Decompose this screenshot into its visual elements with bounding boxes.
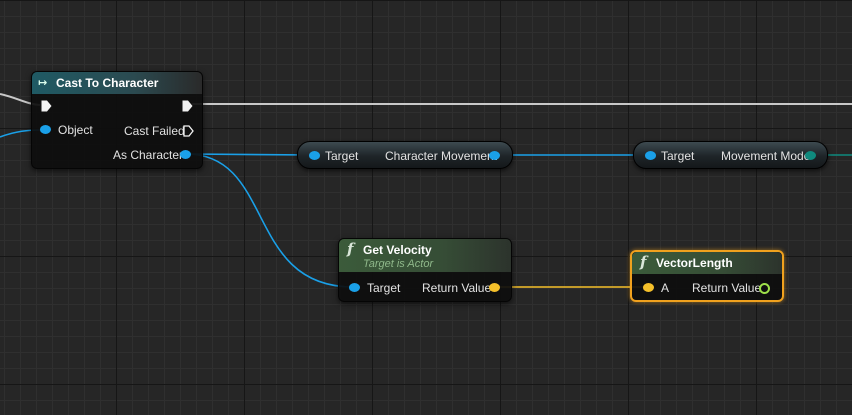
cast-node-header[interactable]: ↦ Cast To Character: [32, 72, 202, 94]
get-velocity-return-pin[interactable]: [489, 283, 500, 292]
get-velocity-node[interactable]: f Get Velocity Target is Actor Target Re…: [338, 238, 512, 302]
vector-length-return-label: Return Value: [692, 281, 762, 295]
vector-length-a-label: A: [661, 281, 670, 295]
object-input-pin[interactable]: [40, 125, 51, 134]
exec-in-pin[interactable]: [41, 100, 52, 112]
character-movement-output-pin[interactable]: [489, 151, 500, 160]
get-velocity-title: Get Velocity: [363, 243, 432, 257]
vector-length-node[interactable]: f VectorLength A Return Value: [630, 250, 784, 302]
character-wire-to-movement[interactable]: [185, 153, 315, 156]
vector-length-title: VectorLength: [656, 256, 733, 270]
cast-icon: ↦: [38, 77, 48, 89]
function-icon: f: [347, 240, 354, 258]
function-icon: f: [640, 253, 647, 271]
object-pin-label: Object: [58, 123, 93, 137]
character-movement-output-label: Character Movement: [385, 149, 498, 163]
character-movement-target-label: Target: [325, 149, 359, 163]
get-velocity-return-label: Return Value: [422, 281, 492, 295]
as-character-pin-label: As Character: [113, 148, 184, 162]
wire-layer: [0, 93, 852, 288]
get-velocity-target-label: Target: [367, 281, 401, 295]
get-velocity-target-pin[interactable]: [349, 283, 360, 292]
vector-length-header[interactable]: f VectorLength: [632, 252, 782, 274]
character-wire-to-velocity[interactable]: [185, 153, 354, 288]
as-character-output-pin[interactable]: [180, 150, 191, 159]
cast-failed-exec-pin[interactable]: [183, 125, 194, 137]
movement-mode-target-pin[interactable]: [645, 151, 656, 160]
vector-length-a-pin[interactable]: [643, 283, 654, 292]
movement-mode-node[interactable]: Target Movement Mode: [633, 141, 828, 169]
exec-out-pin[interactable]: [182, 100, 193, 112]
get-velocity-subtitle: Target is Actor: [363, 258, 434, 270]
movement-mode-output-label: Movement Mode: [721, 149, 811, 163]
character-movement-node[interactable]: Target Character Movement: [297, 141, 513, 169]
get-velocity-header[interactable]: f Get Velocity Target is Actor: [339, 239, 511, 272]
movement-mode-target-label: Target: [661, 149, 695, 163]
cast-to-character-node[interactable]: ↦ Cast To Character Object Cast Failed A…: [31, 71, 203, 169]
cast-node-title: Cast To Character: [56, 76, 159, 90]
character-movement-target-pin[interactable]: [309, 151, 320, 160]
movement-mode-output-pin[interactable]: [805, 151, 816, 160]
cast-failed-pin-label: Cast Failed: [124, 124, 185, 138]
vector-length-return-pin[interactable]: [759, 283, 770, 294]
